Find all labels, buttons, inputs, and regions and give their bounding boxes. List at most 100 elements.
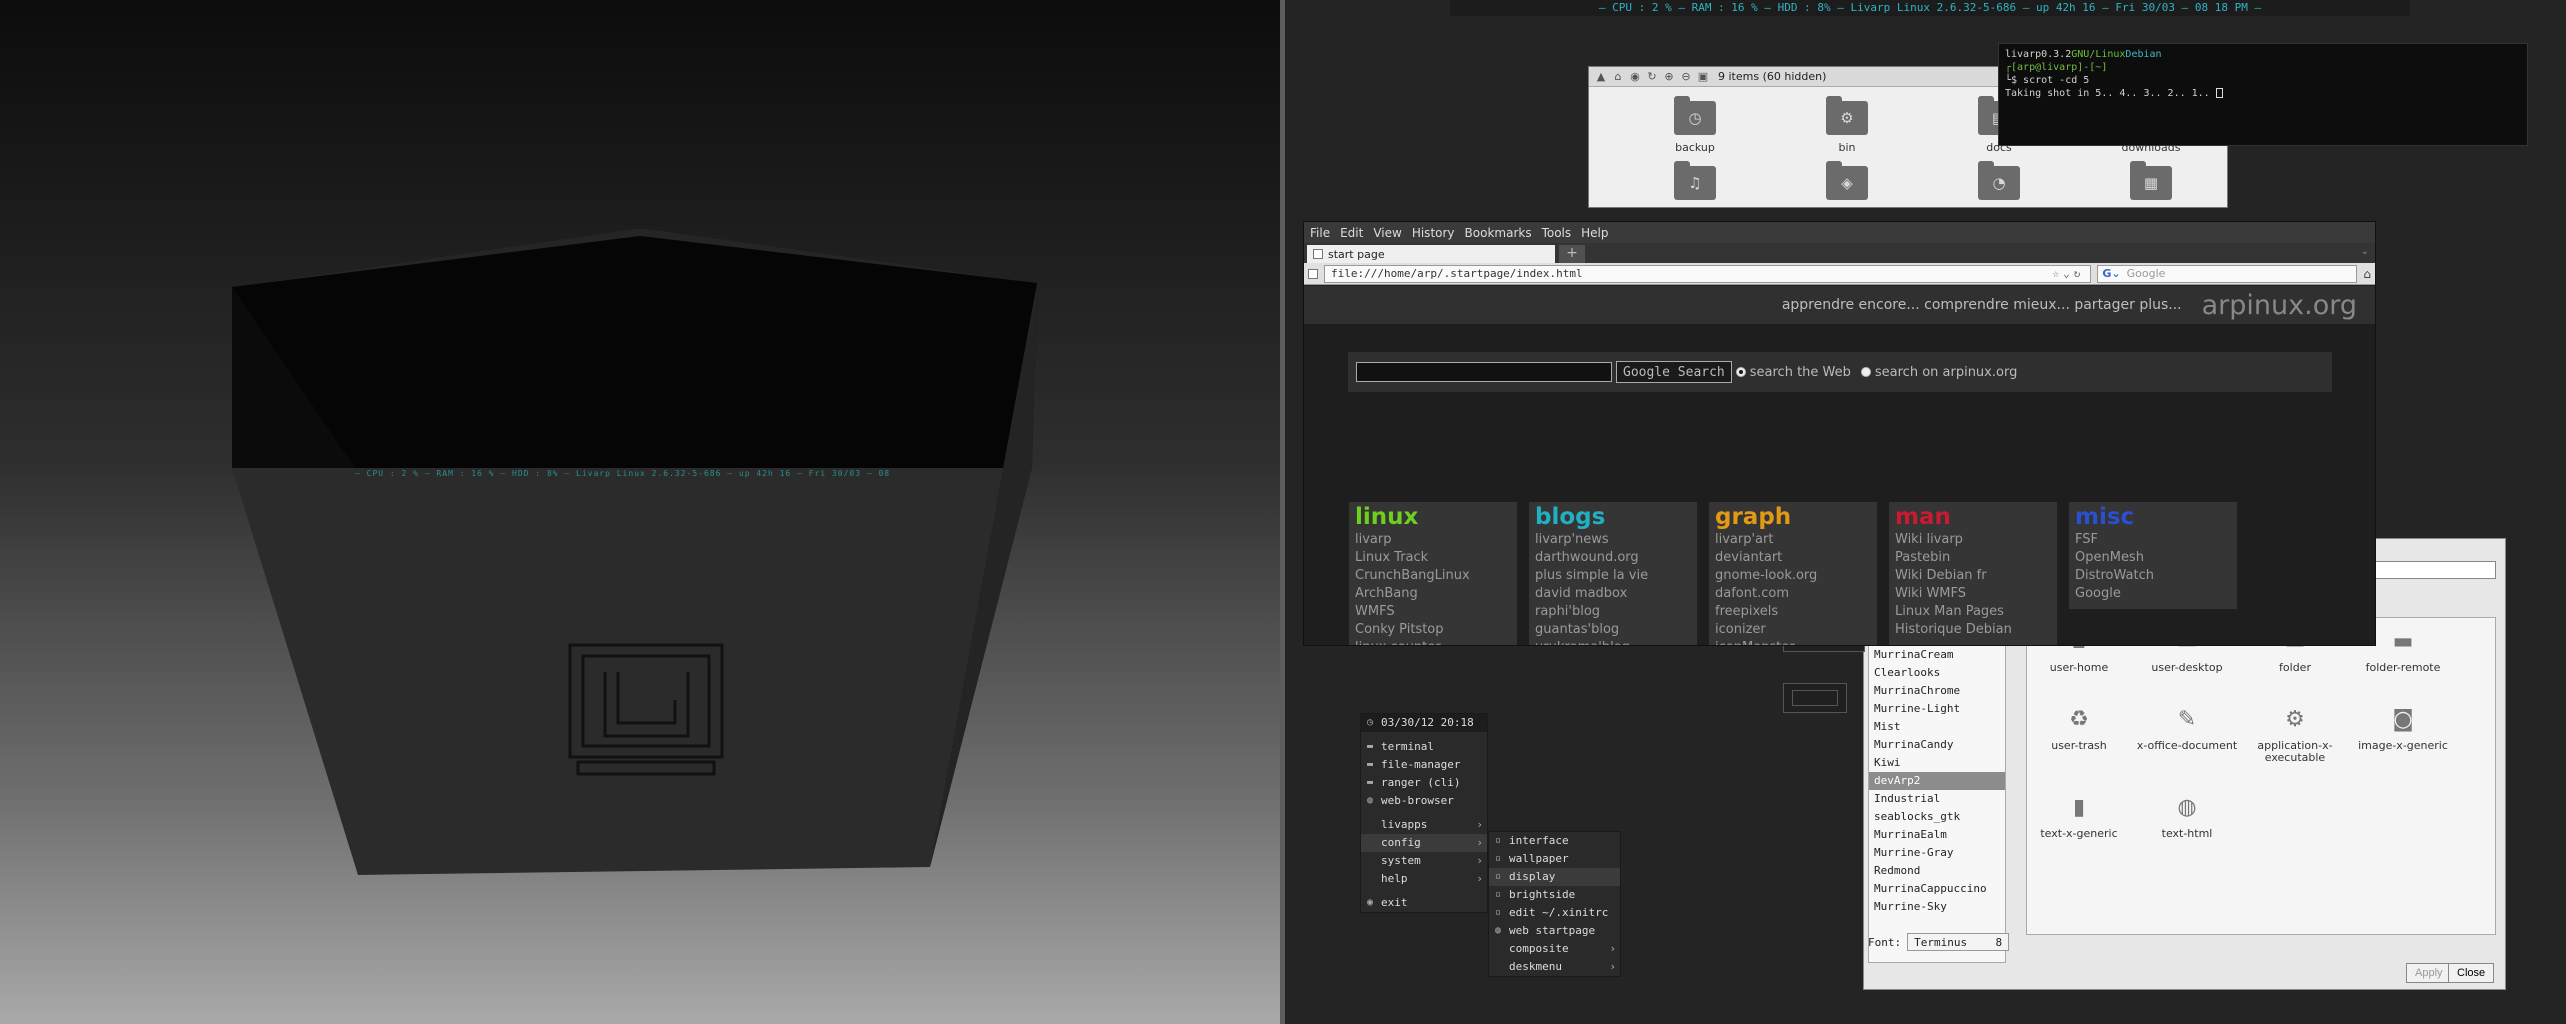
zoom-in-icon[interactable]: ⊕ xyxy=(1663,70,1675,83)
apply-button[interactable]: Apply xyxy=(2406,963,2452,983)
radio-search-site[interactable] xyxy=(1860,367,1871,377)
link-item[interactable]: Wiki Debian fr xyxy=(1895,567,2051,585)
theme-item[interactable]: devArp2 xyxy=(1869,772,2005,790)
theme-item[interactable]: MurrinaCandy xyxy=(1869,736,2005,754)
link-item[interactable]: DistroWatch xyxy=(2075,567,2231,585)
submenu-item[interactable]: ▫ interface xyxy=(1489,832,1620,850)
search-input[interactable] xyxy=(1356,362,1612,382)
link-item[interactable]: livarp xyxy=(1355,531,1511,549)
link-item[interactable]: darthwound.org xyxy=(1535,549,1691,567)
submenu-item[interactable]: ▫ display xyxy=(1489,868,1620,886)
submenu-item[interactable]: ▫ brightside xyxy=(1489,886,1620,904)
menu-bookmarks[interactable]: Bookmarks xyxy=(1465,226,1532,240)
theme-item[interactable]: MurrinaEalm xyxy=(1869,826,2005,844)
menu-view[interactable]: View xyxy=(1373,226,1401,240)
tab-start-page[interactable]: start page xyxy=(1307,245,1555,263)
link-item[interactable]: Pastebin xyxy=(1895,549,2051,567)
submenu-item[interactable]: composite › xyxy=(1489,940,1620,958)
submenu-item[interactable]: ▫ edit ~/.xinitrc xyxy=(1489,904,1620,922)
link-item[interactable]: guantas'blog xyxy=(1535,621,1691,639)
theme-item[interactable]: MurrinaCappuccino xyxy=(1869,880,2005,898)
menu-item[interactable]: ▬ ranger (cli) xyxy=(1361,774,1487,792)
chevron-down-icon[interactable]: ⌄ xyxy=(2361,246,2369,257)
menu-help[interactable]: Help xyxy=(1581,226,1608,240)
menu-history[interactable]: History xyxy=(1412,226,1455,240)
file-item[interactable]: ♫ xyxy=(1619,161,1771,206)
link-item[interactable]: Wiki livarp xyxy=(1895,531,2051,549)
bookmark-star-icon[interactable]: ☆⌄↻ xyxy=(2053,266,2091,282)
submenu-item[interactable]: ◍ web startpage xyxy=(1489,922,1620,940)
link-item[interactable]: Wiki WMFS xyxy=(1895,585,2051,603)
config-submenu[interactable]: ▫ interface ▫ wallpaper ▫ display ▫ brightside ▫… xyxy=(1488,831,1621,977)
theme-item[interactable]: Redmond xyxy=(1869,862,2005,880)
menu-item-help[interactable]: help › xyxy=(1361,870,1487,888)
reload-icon[interactable]: ◉ xyxy=(1629,70,1641,83)
theme-item[interactable]: MurrinaChrome xyxy=(1869,682,2005,700)
link-item[interactable]: WMFS xyxy=(1355,603,1511,621)
theme-item[interactable]: MurrinaCream xyxy=(1869,646,2005,664)
theme-item[interactable]: Murrine-Gray xyxy=(1869,844,2005,862)
link-item[interactable]: CrunchBangLinux xyxy=(1355,567,1511,585)
link-item[interactable]: OpenMesh xyxy=(2075,549,2231,567)
font-button[interactable]: Terminus 8 xyxy=(1907,933,2010,951)
theme-item[interactable]: seablocks_gtk xyxy=(1869,808,2005,826)
terminal-window[interactable]: livarp0.3.2GNU/LinuxDebian ┌[arp@livarp]… xyxy=(1998,43,2528,146)
menu-item-livapps[interactable]: livapps › xyxy=(1361,816,1487,834)
menu-item[interactable]: ▬ terminal xyxy=(1361,738,1487,756)
theme-item[interactable]: Murrine-Light xyxy=(1869,700,2005,718)
home-icon[interactable]: ⌂ xyxy=(2363,267,2371,281)
link-item[interactable]: livarp'art xyxy=(1715,531,1871,549)
link-item[interactable]: deviantart xyxy=(1715,549,1871,567)
submenu-item[interactable]: ▫ wallpaper xyxy=(1489,850,1620,868)
menu-edit[interactable]: Edit xyxy=(1340,226,1363,240)
menu-tools[interactable]: Tools xyxy=(1542,226,1572,240)
radio-search-web[interactable] xyxy=(1735,367,1746,377)
link-item[interactable]: Conky Pitstop xyxy=(1355,621,1511,639)
link-item[interactable]: iconizer xyxy=(1715,621,1871,639)
link-item[interactable]: gnome-look.org xyxy=(1715,567,1871,585)
link-item[interactable]: Historique Debian xyxy=(1895,621,2051,639)
theme-item[interactable]: Mist xyxy=(1869,718,2005,736)
up-arrow-icon[interactable]: ▲ xyxy=(1595,70,1607,83)
view-icon[interactable]: ▣ xyxy=(1697,70,1709,83)
link-item[interactable]: livarp'news xyxy=(1535,531,1691,549)
link-item[interactable]: linux counter xyxy=(1355,639,1511,645)
link-item[interactable]: urukrama'blog xyxy=(1535,639,1691,645)
theme-item[interactable]: Murrine-Sky xyxy=(1869,898,2005,916)
link-item[interactable]: Linux Track xyxy=(1355,549,1511,567)
brand-logo[interactable]: arpinux.org xyxy=(2202,290,2357,321)
submenu-item[interactable]: deskmenu › xyxy=(1489,958,1620,976)
home-icon[interactable]: ⌂ xyxy=(1612,70,1624,83)
link-item[interactable]: raphi'blog xyxy=(1535,603,1691,621)
new-tab-button[interactable]: + xyxy=(1559,245,1585,263)
link-item[interactable]: iconMonster xyxy=(1715,639,1871,645)
search-bar[interactable]: G⌄ Google xyxy=(2097,264,2358,283)
root-menu[interactable]: ◷ 03/30/12 20:18 ▬ terminal ▬ file-manager ▬ ra… xyxy=(1360,713,1488,913)
file-item[interactable]: ◔ xyxy=(1923,161,2075,206)
menu-item-exit[interactable]: ◉ exit xyxy=(1361,894,1487,912)
link-item[interactable]: david madbox xyxy=(1535,585,1691,603)
zoom-out-icon[interactable]: ⊖ xyxy=(1680,70,1692,83)
menu-item[interactable]: ◍ web-browser xyxy=(1361,792,1487,810)
file-item[interactable]: ◷ backup xyxy=(1619,96,1771,154)
refresh-icon[interactable]: ↻ xyxy=(1646,70,1658,83)
menu-item-system[interactable]: system › xyxy=(1361,852,1487,870)
theme-list[interactable]: MurrinaCream Clearlooks MurrinaChrome Murri… xyxy=(1868,645,2006,963)
theme-item[interactable]: Kiwi xyxy=(1869,754,2005,772)
menu-item-config[interactable]: config › xyxy=(1361,834,1487,852)
file-item[interactable]: ◈ xyxy=(1771,161,1923,206)
theme-item[interactable]: Clearlooks xyxy=(1869,664,2005,682)
link-item[interactable]: ArchBang xyxy=(1355,585,1511,603)
theme-item[interactable]: Industrial xyxy=(1869,790,2005,808)
link-item[interactable]: Linux Man Pages xyxy=(1895,603,2051,621)
web-browser-window[interactable]: File Edit View History Bookmarks Tools Help st… xyxy=(1303,221,2376,646)
close-button[interactable]: Close xyxy=(2448,963,2495,983)
link-item[interactable]: Google xyxy=(2075,585,2231,603)
file-item[interactable]: ▦ xyxy=(2075,161,2227,206)
google-search-button[interactable]: Google Search xyxy=(1616,361,1732,383)
file-item[interactable]: ⚙ bin xyxy=(1771,96,1923,154)
link-item[interactable]: plus simple la vie xyxy=(1535,567,1691,585)
menu-item[interactable]: ▬ file-manager xyxy=(1361,756,1487,774)
link-item[interactable]: FSF xyxy=(2075,531,2231,549)
menu-file[interactable]: File xyxy=(1310,226,1330,240)
